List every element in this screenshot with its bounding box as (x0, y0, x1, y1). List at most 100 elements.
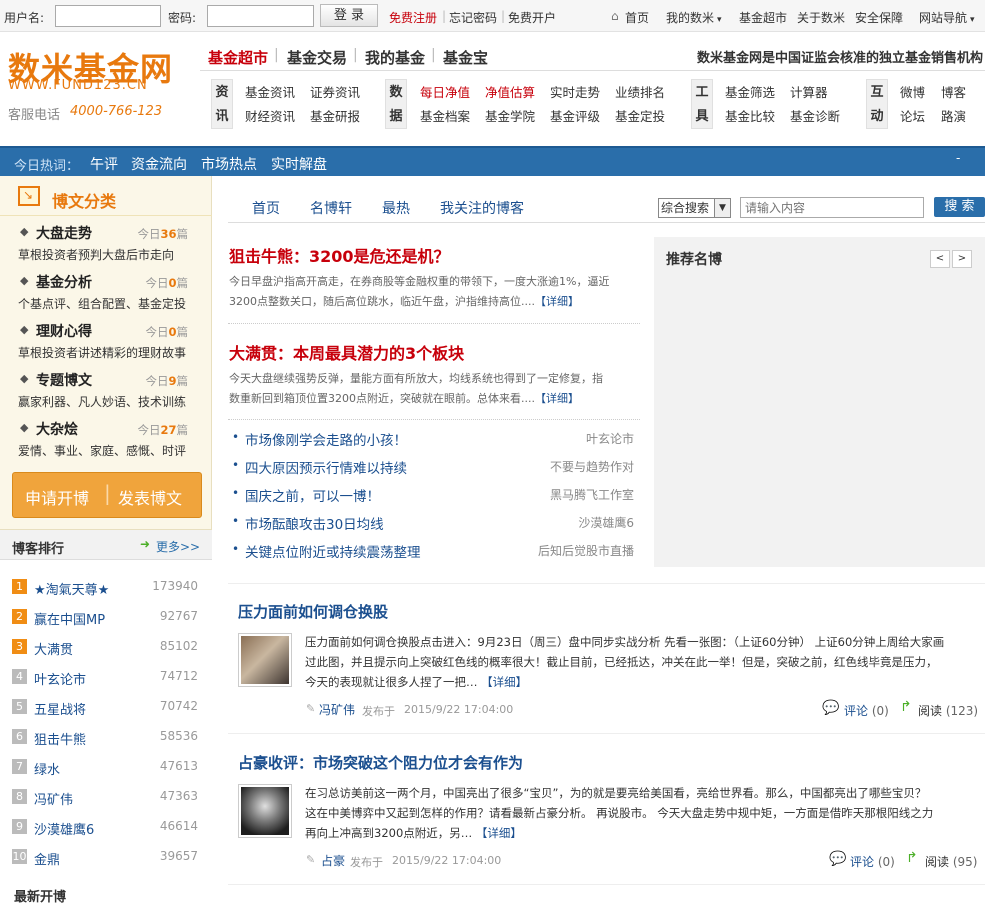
tab-home[interactable]: 首页 (252, 198, 280, 218)
login-button[interactable]: 登 录 (320, 4, 378, 27)
category-name[interactable]: 基金分析 (36, 272, 92, 292)
ranking-row[interactable]: 10 金鼎 39657 (0, 843, 212, 873)
chevron-down-icon[interactable]: ▼ (714, 199, 730, 217)
blogger-name[interactable]: 冯矿伟 (34, 789, 73, 808)
list-author[interactable]: 黑马腾飞工作室 (550, 486, 634, 503)
subnav-daily-nav[interactable]: 每日净值 (420, 82, 470, 101)
category-item[interactable]: ◆ 基金分析 今日0篇 个基点评、组合配置、基金定投 (0, 269, 212, 318)
post-title[interactable]: 占豪收评：市场突破这个阻力位才会有作为 (238, 752, 523, 773)
blogger-name[interactable]: 绿水 (34, 759, 60, 778)
list-author[interactable]: 后知后觉股市直播 (538, 542, 634, 559)
subnav-fund-research[interactable]: 基金研报 (310, 106, 360, 125)
apply-blog-button[interactable]: 申请开博 (25, 485, 89, 509)
list-item[interactable]: • 关键点位附近或持续震荡整理 后知后觉股市直播 (232, 537, 638, 565)
blogger-name[interactable]: 赢在中国MP (34, 609, 105, 628)
featured-title[interactable]: 大满贯：本周最具潜力的3个板块 (229, 340, 464, 364)
blogger-name[interactable]: 大满贯 (34, 639, 73, 658)
category-name[interactable]: 大盘走势 (36, 223, 92, 243)
subnav-performance-rank[interactable]: 业绩排名 (615, 82, 665, 101)
search-button[interactable]: 搜 索 (934, 197, 985, 217)
subnav-fund-rating[interactable]: 基金评级 (550, 106, 600, 125)
category-item[interactable]: ◆ 理财心得 今日0篇 草根投资者讲述精彩的理财故事 (0, 318, 212, 367)
list-item[interactable]: • 四大原因预示行情难以持续 不要与趋势作对 (232, 453, 638, 481)
subnav-nav-estimate[interactable]: 净值估算 (485, 82, 535, 101)
fund-market-link[interactable]: 基金超市 (739, 9, 787, 26)
subnav-fund-news[interactable]: 基金资讯 (245, 82, 295, 101)
open-account-link[interactable]: 免费开户 (508, 9, 556, 26)
nav-fund-market[interactable]: 基金超市 (208, 47, 268, 68)
category-item[interactable]: ◆ 大盘走势 今日36篇 草根投资者预判大盘后市走向 (0, 220, 212, 269)
subnav-calculator[interactable]: 计算器 (790, 82, 828, 101)
more-link[interactable]: 更多>> (156, 538, 200, 555)
home-link[interactable]: 首页 (625, 9, 649, 26)
blogger-name[interactable]: 叶玄论市 (34, 669, 86, 688)
subnav-fund-diagnosis[interactable]: 基金诊断 (790, 106, 840, 125)
nav-fund-bao[interactable]: 基金宝 (443, 47, 488, 68)
featured-title[interactable]: 狙击牛熊：3200是危还是机？ (229, 243, 450, 267)
post-author[interactable]: 冯矿伟 (319, 701, 355, 718)
nav-fund-trading[interactable]: 基金交易 (287, 47, 347, 68)
register-link[interactable]: 免费注册 (389, 9, 437, 26)
about-link[interactable]: 关于数米 (797, 9, 845, 26)
list-item[interactable]: • 国庆之前，可以一博！ 黑马腾飞工作室 (232, 481, 638, 509)
hot-word[interactable]: 午评 (90, 154, 118, 174)
subnav-realtime-trend[interactable]: 实时走势 (550, 82, 600, 101)
detail-link[interactable]: 【详细】 (481, 675, 527, 689)
list-author[interactable]: 沙漠雄鹰6 (578, 514, 634, 531)
hot-word[interactable]: 资金流向 (131, 154, 187, 174)
ranking-row[interactable]: 8 冯矿伟 47363 (0, 783, 212, 813)
hot-word[interactable]: 市场热点 (201, 154, 257, 174)
read-link[interactable]: 阅读 (95) (925, 853, 977, 870)
nav-my-funds[interactable]: 我的基金 (365, 47, 425, 68)
hot-word[interactable]: 实时解盘 (271, 154, 327, 174)
detail-link[interactable]: 【详细】 (535, 295, 579, 308)
blogger-name[interactable]: 金鼎 (34, 849, 60, 868)
security-link[interactable]: 安全保障 (855, 9, 903, 26)
tab-famous-blogs[interactable]: 名博轩 (310, 198, 352, 218)
post-author[interactable]: 占豪 (321, 852, 345, 869)
sitemap-menu[interactable]: 网站导航 ▾ (919, 9, 975, 26)
chevron-right-icon[interactable]: > (952, 250, 972, 268)
list-author[interactable]: 叶玄论市 (586, 430, 634, 447)
category-item[interactable]: ◆ 大杂烩 今日27篇 爱情、事业、家庭、感慨、时评 (0, 416, 212, 465)
password-input[interactable] (207, 5, 314, 27)
subnav-fund-compare[interactable]: 基金比较 (725, 106, 775, 125)
subnav-fund-filter[interactable]: 基金筛选 (725, 82, 775, 101)
list-title[interactable]: 市场酝酿攻击30日均线 (245, 513, 384, 533)
list-title[interactable]: 国庆之前，可以一博！ (245, 485, 380, 505)
tab-followed[interactable]: 我关注的博客 (440, 198, 524, 218)
author-avatar[interactable] (238, 784, 292, 838)
ranking-row[interactable]: 1 ★淘氣天尊★ 173940 (0, 573, 212, 603)
blogger-name[interactable]: 五星战将 (34, 699, 86, 718)
chevron-left-icon[interactable]: < (930, 250, 950, 268)
subnav-weibo[interactable]: 微博 (900, 82, 925, 101)
collapse-icon[interactable]: - (956, 151, 960, 165)
search-input[interactable] (740, 197, 924, 218)
ranking-row[interactable]: 2 赢在中国MP 92767 (0, 603, 212, 633)
list-title[interactable]: 市场像刚学会走路的小孩！ (245, 429, 407, 449)
ranking-row[interactable]: 3 大满贯 85102 (0, 633, 212, 663)
username-input[interactable] (55, 5, 161, 27)
subnav-finance-news[interactable]: 财经资讯 (245, 106, 295, 125)
ranking-row[interactable]: 7 绿水 47613 (0, 753, 212, 783)
ranking-row[interactable]: 4 叶玄论市 74712 (0, 663, 212, 693)
forgot-password-link[interactable]: 忘记密码 (449, 9, 497, 26)
subnav-fund-academy[interactable]: 基金学院 (485, 106, 535, 125)
category-item[interactable]: ◆ 专题博文 今日9篇 赢家利器、凡人妙语、技术训练 (0, 367, 212, 416)
list-author[interactable]: 不要与趋势作对 (550, 458, 634, 475)
detail-link[interactable]: 【详细】 (476, 826, 522, 840)
subnav-stock-news[interactable]: 证券资讯 (310, 82, 360, 101)
publish-post-button[interactable]: 发表博文 (118, 485, 182, 509)
tab-hottest[interactable]: 最热 (382, 198, 410, 218)
subnav-roadshow[interactable]: 路演 (941, 106, 966, 125)
category-name[interactable]: 专题博文 (36, 370, 92, 390)
my-shumi-menu[interactable]: 我的数米 ▾ (666, 9, 722, 26)
ranking-row[interactable]: 9 沙漠雄鹰6 46614 (0, 813, 212, 843)
list-title[interactable]: 四大原因预示行情难以持续 (245, 457, 407, 477)
subnav-fund-sip[interactable]: 基金定投 (615, 106, 665, 125)
subnav-blog[interactable]: 博客 (941, 82, 966, 101)
subnav-forum[interactable]: 论坛 (900, 106, 925, 125)
ranking-row[interactable]: 6 狙击牛熊 58536 (0, 723, 212, 753)
category-name[interactable]: 大杂烩 (36, 419, 78, 439)
ranking-row[interactable]: 5 五星战将 70742 (0, 693, 212, 723)
